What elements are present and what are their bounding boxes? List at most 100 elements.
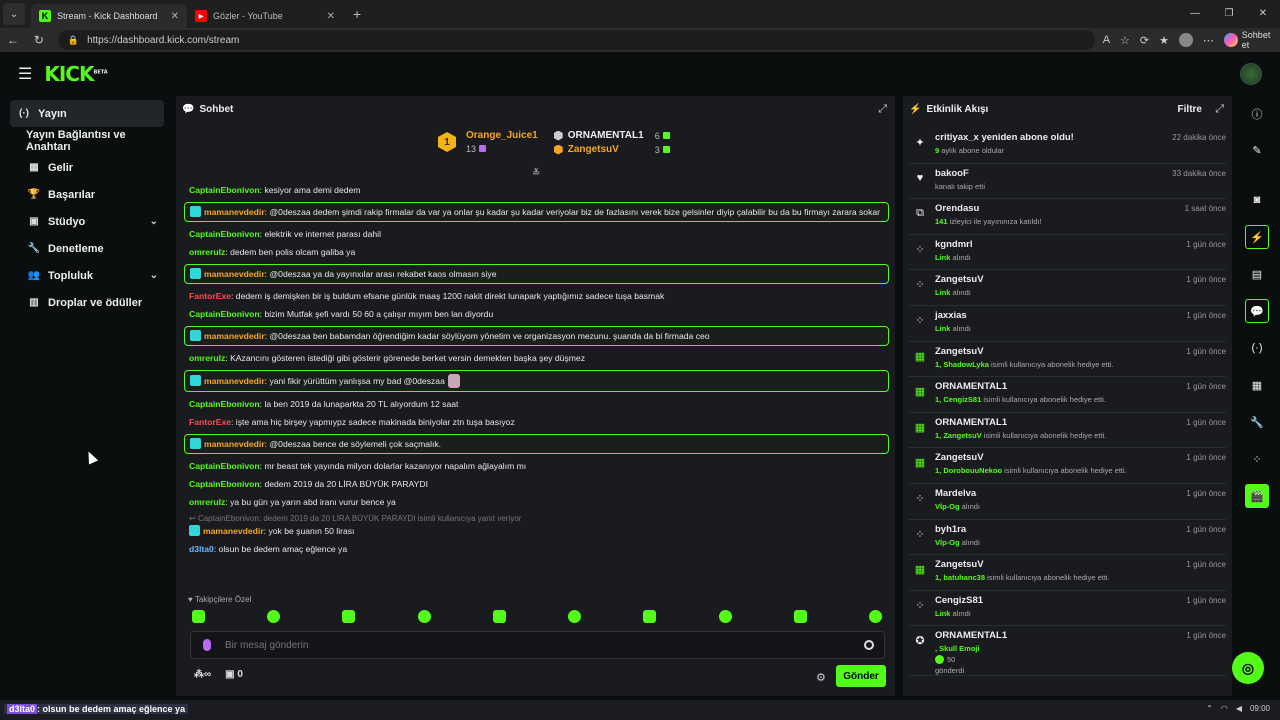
sidebar-item-droplar[interactable]: ▥ Droplar ve ödüller — [10, 289, 164, 316]
leader-third[interactable]: ZangetsuV 3 — [553, 144, 670, 155]
activity-item[interactable]: ✪ ORNAMENTAL1 1 gün önce , Skull Emoji 50 gön… — [909, 626, 1226, 677]
chat-username[interactable]: CaptainEbonivon — [189, 229, 260, 239]
emote-icon[interactable] — [342, 610, 356, 623]
emote-icon[interactable] — [643, 610, 657, 623]
sidebar-item-yayin[interactable]: (·) Yayın — [10, 100, 164, 127]
favorite-icon[interactable]: ☆ — [1120, 34, 1130, 47]
activity-item[interactable]: ⁘ ZangetsuV 1 gün önce Link alındı — [909, 270, 1226, 306]
activity-item[interactable]: ▦ ZangetsuV 1 gün önce 1, batuhanc38 isimli… — [909, 555, 1226, 591]
emote-icon[interactable] — [793, 610, 807, 623]
info-icon[interactable]: ⓘ — [1245, 102, 1269, 126]
sidebar-item-denetleme[interactable]: 🔧 Denetleme — [10, 235, 164, 262]
copilot-button[interactable]: Sohbet et — [1223, 30, 1280, 50]
refresh-icon[interactable]: ↻ — [26, 33, 52, 47]
chat-username[interactable]: CaptainEbonivon — [189, 185, 260, 195]
activity-item[interactable]: ⁘ CengizS81 1 gün önce Link alındı — [909, 591, 1226, 627]
sidebar-item-gelir[interactable]: ▦ Gelir — [10, 154, 164, 181]
camera-icon[interactable]: ◙ — [1245, 188, 1269, 212]
user-avatar[interactable] — [1240, 63, 1262, 85]
activity-item[interactable]: ▦ ORNAMENTAL1 1 gün önce 1, ZangetsuV isiml… — [909, 413, 1226, 449]
chat-username[interactable]: mamanevdedir — [204, 331, 265, 341]
emote-icon[interactable] — [718, 610, 732, 623]
profile-avatar[interactable] — [1179, 33, 1193, 47]
activity-item[interactable]: ✦ critiyax_x yeniden abone oldu! 22 dakika… — [909, 128, 1226, 164]
tab-youtube[interactable]: ▶ Gözler - YouTube ✕ — [187, 4, 343, 28]
notes-icon[interactable]: ▤ — [1245, 262, 1269, 286]
activity-toggle-icon[interactable]: ⚡ — [1245, 225, 1269, 249]
popout-icon[interactable]: ⤢ — [878, 103, 887, 116]
chat-username[interactable]: FantorExe — [189, 291, 231, 301]
sidebar-item-stream-key[interactable]: Yayın Bağlantısı ve Anahtarı — [10, 127, 164, 154]
activity-item[interactable]: ♥ bakooF 33 dakika önce kanalı takip etti — [909, 164, 1226, 200]
url-field[interactable]: 🔒 https://dashboard.kick.com/stream — [57, 30, 1095, 50]
lock-icon[interactable]: 🔒 — [68, 35, 79, 46]
chat-username[interactable]: CaptainEbonivon — [189, 309, 260, 319]
chat-username[interactable]: mamanevdedir — [203, 526, 264, 536]
expand-pin-icon[interactable]: ≚ — [532, 168, 540, 179]
edit-icon[interactable]: ✎ — [1245, 138, 1269, 162]
send-button[interactable]: Gönder — [836, 665, 886, 687]
chevron-up-icon[interactable]: ⌃ — [1206, 704, 1213, 713]
filter-button[interactable]: Filtre — [1178, 104, 1202, 115]
kick-logo[interactable]: KICKBETA — [44, 62, 107, 86]
wrench-icon[interactable]: 🔧 — [1245, 410, 1269, 434]
chat-username[interactable]: mamanevdedir — [204, 376, 265, 386]
chat-username[interactable]: CaptainEbonivon — [189, 479, 260, 489]
layout-icon[interactable]: ▦ — [1245, 373, 1269, 397]
chat-username[interactable]: FantorExe — [189, 417, 231, 427]
close-window-button[interactable]: ✕ — [1246, 0, 1280, 28]
chevron-down-icon[interactable]: ⌄ — [150, 270, 158, 281]
activity-item[interactable]: ⁘ byh1ra 1 gün önce Vİp-Og alındı — [909, 520, 1226, 556]
close-icon[interactable]: ✕ — [171, 11, 179, 22]
new-tab-button[interactable]: + — [353, 6, 361, 22]
chat-username[interactable]: d3lta0 — [189, 544, 214, 554]
chat-username[interactable]: omreruIz — [189, 247, 225, 257]
activity-item[interactable]: ▦ ZangetsuV 1 gün önce 1, ShadowLyka isimli… — [909, 342, 1226, 378]
chat-input[interactable] — [225, 639, 864, 651]
leader-second[interactable]: ORNAMENTAL1 6 — [553, 130, 670, 141]
read-aloud-icon[interactable]: A — [1103, 34, 1110, 46]
broadcast-icon[interactable]: (·) — [1245, 336, 1269, 360]
close-icon[interactable]: ✕ — [327, 11, 335, 22]
gift-counter[interactable]: ▣ 0 — [225, 669, 243, 680]
sidebar-item-topluluk[interactable]: 👥 Topluluk ⌄ — [10, 262, 164, 289]
connections-icon[interactable]: ⁂∞ — [194, 669, 211, 680]
activity-item[interactable]: ⁘ kgndmrl 1 gün önce Link alındı — [909, 235, 1226, 271]
extensions-icon[interactable]: ⟳ — [1140, 34, 1149, 47]
chevron-down-icon[interactable]: ⌄ — [150, 216, 158, 227]
leader-first[interactable]: Orange_Juice1 13 — [466, 130, 538, 155]
emote-icon[interactable] — [417, 610, 431, 623]
popout-icon[interactable]: ⤢ — [1215, 103, 1224, 116]
clock[interactable]: 09:00 — [1250, 704, 1270, 713]
chat-username[interactable]: CaptainEbonivon — [189, 399, 260, 409]
menu-icon[interactable]: ☰ — [18, 64, 32, 84]
wifi-icon[interactable]: ◠ — [1221, 704, 1228, 713]
microphone-icon[interactable] — [203, 639, 211, 651]
sidebar-item-basarilar[interactable]: 🏆 Başarılar — [10, 181, 164, 208]
activity-item[interactable]: ▦ ZangetsuV 1 gün önce 1, DorobouuNekoo isi… — [909, 448, 1226, 484]
emoji-icon[interactable] — [864, 640, 874, 650]
support-button[interactable]: ◎ — [1232, 652, 1264, 684]
sidebar-item-studyo[interactable]: ▣ Stüdyo ⌄ — [10, 208, 164, 235]
tab-kick-dashboard[interactable]: K Stream - Kick Dashboard ✕ — [31, 4, 187, 28]
minimize-button[interactable]: — — [1178, 0, 1212, 28]
more-icon[interactable]: ⋯ — [1203, 34, 1214, 47]
chat-username[interactable]: CaptainEbonivon — [189, 461, 260, 471]
chat-username[interactable]: omreruIz — [189, 353, 225, 363]
emote-icon[interactable] — [568, 610, 582, 623]
chat-username[interactable]: mamanevdedir — [204, 269, 265, 279]
activity-item[interactable]: ▦ ORNAMENTAL1 1 gün önce 1, CengizS81 isiml… — [909, 377, 1226, 413]
clapperboard-icon[interactable]: 🎬 — [1245, 484, 1269, 508]
back-icon[interactable]: ← — [0, 33, 26, 47]
activity-item[interactable]: ⧉ Orendasu 1 saat önce 141 izleyici ile yay… — [909, 199, 1226, 235]
tab-list-button[interactable]: ⌄ — [3, 3, 25, 25]
activity-item[interactable]: ⁘ Mardelva 1 gün önce Vİp-Og alındı — [909, 484, 1226, 520]
volume-icon[interactable]: ◀ — [1236, 704, 1242, 713]
gear-icon[interactable]: ⚙ — [816, 671, 826, 684]
emote-icon[interactable] — [492, 610, 506, 623]
activity-item[interactable]: ⁘ jaxxias 1 gün önce Link alındı — [909, 306, 1226, 342]
favorites-bar-icon[interactable]: ★ — [1159, 34, 1169, 47]
rewards-icon[interactable]: ⁘ — [1245, 447, 1269, 471]
chat-toggle-icon[interactable]: 💬 — [1245, 299, 1269, 323]
emote-icon[interactable] — [868, 610, 882, 623]
